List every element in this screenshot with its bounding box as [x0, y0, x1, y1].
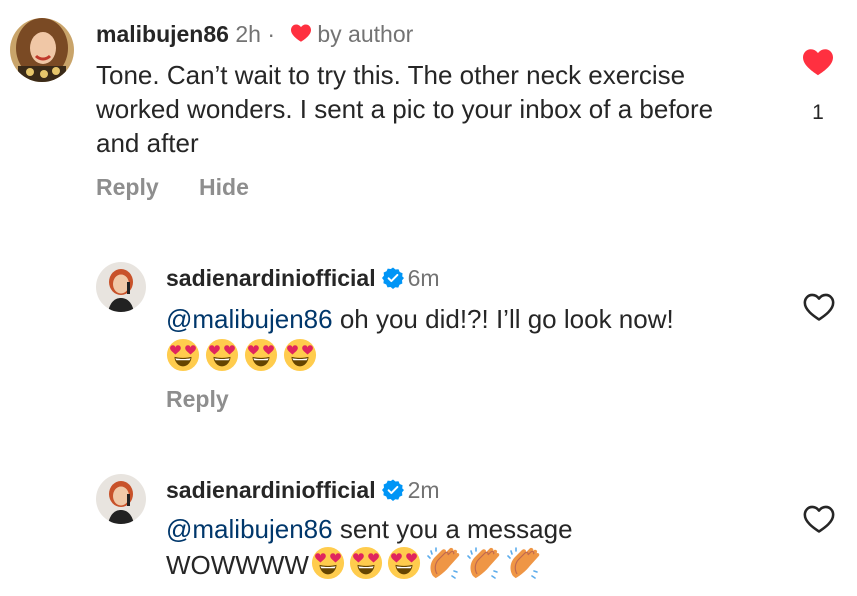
comment-text-content: oh you did!?! I’ll go look now! [332, 304, 674, 334]
reply-button[interactable]: Reply [96, 174, 159, 200]
avatar[interactable] [96, 474, 146, 524]
emoji-row [311, 546, 541, 582]
clapping-hands-emoji-icon [465, 546, 501, 582]
comment-actions: Reply [166, 386, 263, 413]
comment-text: @malibujen86 oh you did!?! I’ll go look … [166, 302, 786, 336]
verified-badge-icon [382, 479, 404, 501]
comment-text: Tone. Can’t wait to try this. The other … [96, 60, 714, 158]
heart-eyes-emoji-icon [311, 546, 345, 580]
username[interactable]: sadienardiniofficial [166, 265, 376, 291]
like-heart-filled-icon[interactable] [800, 44, 836, 80]
comment-meta: sadienardiniofficial 6m [166, 264, 440, 292]
heart-eyes-emoji-icon [244, 338, 278, 372]
like-count: 1 [812, 101, 824, 124]
comment-text-line2: WOWWWW [166, 550, 309, 580]
timestamp: 2h [235, 21, 261, 47]
comment-meta: sadienardiniofficial 2m [166, 476, 440, 504]
heart-eyes-emoji-icon [349, 546, 383, 580]
liked-by-author-label: by author [317, 21, 414, 47]
heart-eyes-emoji-icon [387, 546, 421, 580]
timestamp: 6m [407, 265, 440, 291]
reply-sadienardiniofficial-2: sadienardiniofficial 2m @malibujen86 sent… [0, 462, 857, 596]
liked-by-author-heart-icon [289, 21, 313, 45]
clapping-hands-emoji-icon [425, 546, 461, 582]
clapping-hands-emoji-icon [505, 546, 541, 582]
emoji-row [166, 338, 317, 372]
separator: · [267, 21, 275, 47]
avatar[interactable] [10, 18, 74, 82]
reply-button[interactable]: Reply [166, 386, 229, 412]
like-heart-outline-icon[interactable] [802, 502, 836, 536]
username[interactable]: malibujen86 [96, 21, 229, 47]
comment-meta: malibujen86 2h · by author [96, 20, 413, 48]
avatar[interactable] [96, 262, 146, 312]
heart-eyes-emoji-icon [283, 338, 317, 372]
heart-eyes-emoji-icon [205, 338, 239, 372]
mention-link[interactable]: @malibujen86 [166, 304, 333, 334]
comment-malibujen86: malibujen86 2h · by author Tone. Can’t w… [0, 0, 857, 230]
verified-badge-icon [382, 267, 404, 289]
comment-text: @malibujen86 sent you a message WOWWWW [166, 512, 786, 582]
heart-eyes-emoji-icon [166, 338, 200, 372]
comment-text-content: sent you a message [332, 514, 573, 544]
timestamp: 2m [407, 477, 440, 503]
reply-sadienardiniofficial-1: sadienardiniofficial 6m @malibujen86 oh y… [0, 250, 857, 440]
hide-button[interactable]: Hide [199, 174, 249, 200]
comment-actions: Reply Hide [96, 174, 283, 201]
username[interactable]: sadienardiniofficial [166, 477, 376, 503]
like-heart-outline-icon[interactable] [802, 290, 836, 324]
mention-link[interactable]: @malibujen86 [166, 514, 333, 544]
